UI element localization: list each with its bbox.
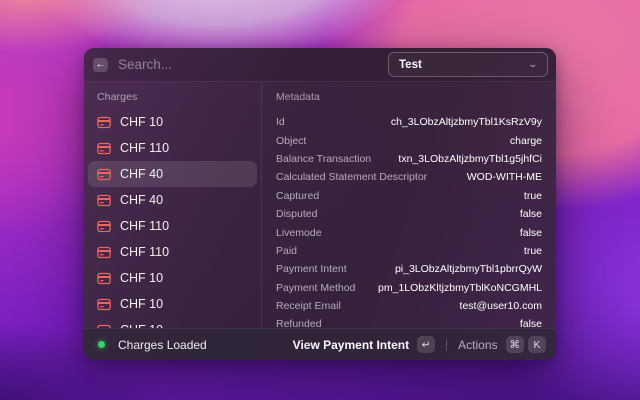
metadata-key: Refunded: [276, 318, 322, 328]
metadata-value: true: [524, 190, 542, 202]
statusbar-divider: [446, 339, 447, 351]
charge-list-item[interactable]: CHF 110: [88, 213, 257, 239]
metadata-key: Payment Method: [276, 282, 355, 294]
metadata-row: Object charge: [276, 131, 542, 149]
status-dot-icon: [98, 341, 105, 348]
metadata-row: Calculated Statement Descriptor WOD-WITH…: [276, 168, 542, 186]
metadata-key: Balance Transaction: [276, 153, 371, 165]
metadata-panel: Metadata Id ch_3LObzAltjzbmyTbl1KsRzV9y …: [262, 82, 556, 328]
metadata-row: Balance Transaction txn_3LObzAltjzbmyTbl…: [276, 150, 542, 168]
charges-list-panel: Charges CHF 10: [84, 82, 262, 328]
metadata-value: pm_1LObzKltjzbmyTblKoNCGMHL: [378, 282, 542, 294]
metadata-value: true: [524, 245, 542, 257]
search-input[interactable]: [118, 57, 378, 72]
metadata-value: charge: [510, 135, 542, 147]
charge-list-item[interactable]: CHF 40: [88, 161, 257, 187]
metadata-value: txn_3LObzAltjzbmyTbl1g5jhfCi: [398, 153, 542, 165]
charge-amount-label: CHF 40: [120, 167, 163, 181]
environment-selected-value: Test: [399, 59, 422, 71]
charge-amount-label: CHF 110: [120, 219, 169, 233]
credit-card-icon: [97, 116, 111, 129]
actions-key-badges: ⌘ K: [506, 336, 547, 353]
charge-list-item[interactable]: CHF 10: [88, 317, 257, 328]
metadata-value: ch_3LObzAltjzbmyTbl1KsRzV9y: [391, 116, 542, 128]
k-key-badge[interactable]: K: [528, 336, 546, 353]
metadata-row: Receipt Email test@user10.com: [276, 297, 542, 315]
metadata-row: Captured true: [276, 187, 542, 205]
charge-amount-label: CHF 110: [120, 141, 169, 155]
charges-section-label: Charges: [88, 82, 257, 109]
metadata-value: false: [520, 208, 542, 220]
charge-list-item[interactable]: CHF 110: [88, 239, 257, 265]
metadata-key: Captured: [276, 190, 319, 202]
charge-amount-label: CHF 10: [120, 297, 163, 311]
charge-amount-label: CHF 110: [120, 245, 169, 259]
environment-dropdown[interactable]: Test ⌄: [388, 52, 548, 77]
chevron-down-icon: ⌄: [528, 59, 539, 70]
command-key-badge[interactable]: ⌘: [506, 336, 525, 353]
credit-card-icon: [97, 298, 111, 311]
metadata-key: Disputed: [276, 208, 317, 220]
charge-list-item[interactable]: CHF 10: [88, 265, 257, 291]
charge-amount-label: CHF 40: [120, 193, 163, 207]
charge-list-item[interactable]: CHF 10: [88, 291, 257, 317]
charge-list-item[interactable]: CHF 40: [88, 187, 257, 213]
credit-card-icon: [97, 272, 111, 285]
metadata-row: Disputed false: [276, 205, 542, 223]
credit-card-icon: [97, 220, 111, 233]
metadata-row: Livemode false: [276, 223, 542, 241]
charge-amount-label: CHF 10: [120, 271, 163, 285]
main-content: Charges CHF 10: [84, 82, 556, 328]
metadata-key: Object: [276, 135, 306, 147]
status-bar: Charges Loaded View Payment Intent ↵ Act…: [84, 328, 556, 360]
charge-list-item[interactable]: CHF 110: [88, 135, 257, 161]
metadata-rows: Id ch_3LObzAltjzbmyTbl1KsRzV9y Object ch…: [276, 110, 542, 328]
metadata-key: Id: [276, 116, 285, 128]
metadata-value: test@user10.com: [460, 300, 542, 312]
enter-key-badge[interactable]: ↵: [417, 336, 435, 353]
metadata-value: pi_3LObzAltjzbmyTbl1pbrrQyW: [395, 263, 542, 275]
metadata-key: Payment Intent: [276, 263, 347, 275]
metadata-row: Id ch_3LObzAltjzbmyTbl1KsRzV9y: [276, 113, 542, 131]
search-bar: ← Test ⌄: [84, 48, 556, 82]
status-text: Charges Loaded: [118, 338, 285, 352]
view-payment-intent-button[interactable]: View Payment Intent: [293, 338, 409, 352]
metadata-row: Payment Intent pi_3LObzAltjzbmyTbl1pbrrQ…: [276, 260, 542, 278]
back-button[interactable]: ←: [93, 58, 108, 72]
metadata-key: Calculated Statement Descriptor: [276, 171, 427, 183]
metadata-value: WOD-WITH-ME: [467, 171, 542, 183]
credit-card-icon: [97, 168, 111, 181]
actions-menu-button[interactable]: Actions: [458, 338, 497, 352]
metadata-key: Paid: [276, 245, 297, 257]
metadata-value: false: [520, 227, 542, 239]
metadata-key: Livemode: [276, 227, 322, 239]
metadata-value: false: [520, 318, 542, 328]
charge-list-item[interactable]: CHF 10: [88, 109, 257, 135]
charge-amount-label: CHF 10: [120, 115, 163, 129]
credit-card-icon: [97, 142, 111, 155]
credit-card-icon: [97, 246, 111, 259]
metadata-row: Refunded false: [276, 315, 542, 328]
metadata-row: Paid true: [276, 242, 542, 260]
credit-card-icon: [97, 194, 111, 207]
charges-list: CHF 10 CHF 110: [88, 109, 257, 328]
metadata-title: Metadata: [276, 82, 542, 110]
app-window: ← Test ⌄ Charges CHF 10: [84, 48, 556, 360]
back-arrow-icon: ←: [96, 58, 106, 72]
metadata-key: Receipt Email: [276, 300, 341, 312]
metadata-row: Payment Method pm_1LObzKltjzbmyTblKoNCGM…: [276, 279, 542, 297]
